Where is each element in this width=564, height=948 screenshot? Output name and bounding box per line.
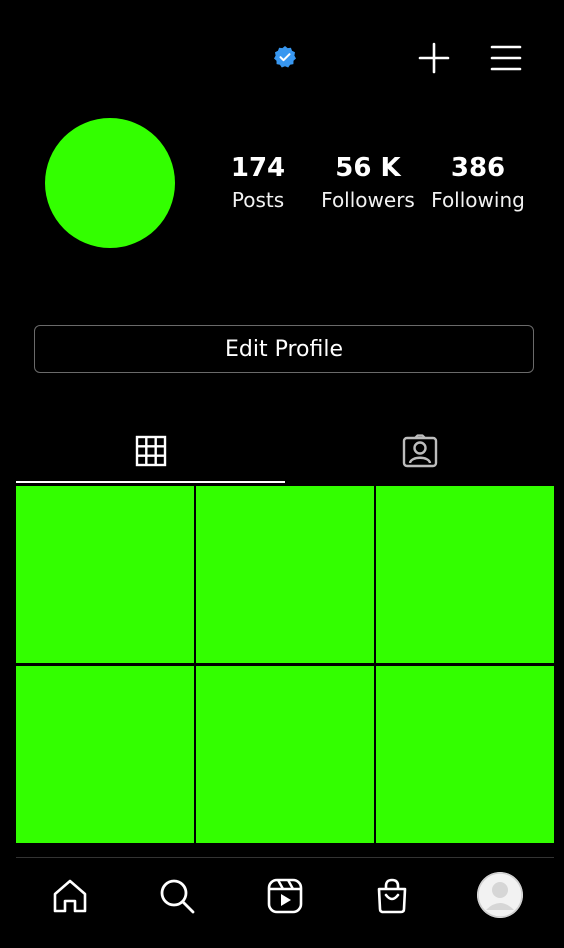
tab-tagged[interactable] <box>285 420 554 482</box>
following-label: Following <box>431 188 525 212</box>
following-stat[interactable]: 386 Following <box>428 152 528 216</box>
posts-stat[interactable]: 174 Posts <box>222 152 294 216</box>
grid-post-5[interactable] <box>196 666 374 843</box>
grid-post-2[interactable] <box>196 486 374 663</box>
add-content-button[interactable] <box>414 38 454 78</box>
nav-shop-button[interactable] <box>368 872 416 920</box>
verified-badge-icon <box>273 45 297 69</box>
search-icon <box>160 879 195 914</box>
edit-profile-button[interactable]: Edit Profile <box>34 325 534 373</box>
grid-post-3[interactable] <box>376 486 554 663</box>
followers-stat[interactable]: 56 K Followers <box>318 152 418 216</box>
grid-icon <box>135 435 166 467</box>
tab-posts-grid[interactable] <box>16 420 285 482</box>
hamburger-menu-icon <box>490 45 522 71</box>
profile-avatar[interactable] <box>45 118 175 248</box>
following-count: 386 <box>450 153 506 183</box>
followers-label: Followers <box>321 188 415 212</box>
grid-post-4[interactable] <box>16 666 194 843</box>
plus-icon <box>418 42 450 74</box>
posts-count: 174 <box>230 153 286 183</box>
nav-search-button[interactable] <box>153 872 201 920</box>
home-icon <box>53 879 87 913</box>
menu-button[interactable] <box>486 38 526 78</box>
tagged-person-icon <box>402 434 437 468</box>
posts-grid <box>16 486 554 844</box>
active-tab-indicator <box>16 481 285 483</box>
bottom-nav-divider <box>16 857 554 858</box>
profile-avatar-icon <box>477 872 523 918</box>
grid-post-1[interactable] <box>16 486 194 663</box>
followers-count: 56 K <box>335 153 401 183</box>
reels-icon <box>267 878 303 914</box>
grid-post-6[interactable] <box>376 666 554 843</box>
posts-label: Posts <box>231 188 285 212</box>
nav-home-button[interactable] <box>46 872 94 920</box>
nav-reels-button[interactable] <box>261 872 309 920</box>
nav-profile-button[interactable] <box>477 872 523 918</box>
shop-bag-icon <box>377 878 407 914</box>
